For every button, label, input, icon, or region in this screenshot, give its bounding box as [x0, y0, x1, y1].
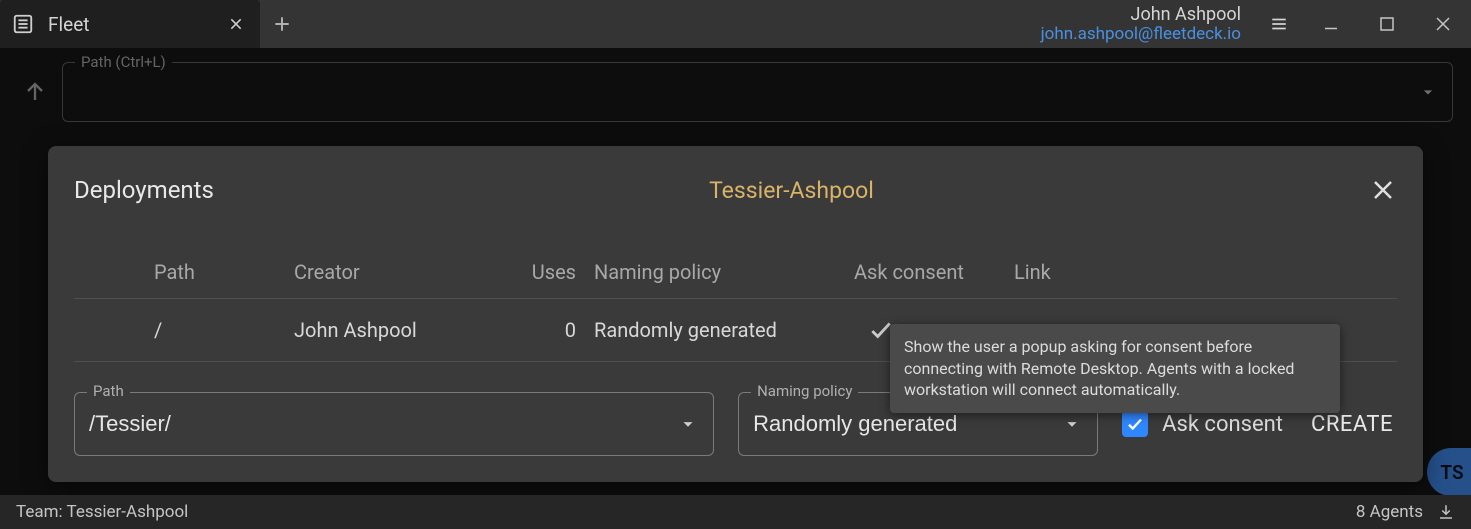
- form-path-legend: Path: [87, 382, 130, 400]
- chevron-down-icon[interactable]: [1061, 413, 1083, 435]
- menu-button[interactable]: [1255, 0, 1303, 48]
- title-bar: Fleet John Ashpool john.ashpool@fleetdec…: [0, 0, 1471, 48]
- new-tab-button[interactable]: [260, 0, 304, 48]
- modal-team-name: Tessier-Ashpool: [214, 177, 1369, 204]
- col-creator: Creator: [294, 260, 484, 284]
- table-header: Path Creator Uses Naming policy Ask cons…: [74, 250, 1397, 299]
- tab-fleet[interactable]: Fleet: [0, 0, 260, 48]
- user-info: John Ashpool john.ashpool@fleetdeck.io: [1041, 5, 1255, 43]
- user-name: John Ashpool: [1041, 5, 1241, 25]
- ask-consent-label: Ask consent: [1162, 412, 1283, 437]
- window-controls: [1303, 0, 1471, 48]
- col-consent: Ask consent: [854, 260, 1014, 284]
- ask-consent-control[interactable]: Ask consent: [1122, 411, 1283, 437]
- cell-uses: 0: [484, 318, 594, 342]
- minimize-button[interactable]: [1303, 0, 1359, 48]
- window-close-button[interactable]: [1415, 0, 1471, 48]
- tab-label: Fleet: [48, 13, 212, 36]
- col-naming: Naming policy: [594, 260, 854, 284]
- col-uses: Uses: [484, 260, 594, 284]
- form-naming-legend: Naming policy: [751, 382, 858, 400]
- modal-overlay: Deployments Tessier-Ashpool Path Creator…: [0, 48, 1471, 495]
- form-path-input[interactable]: [89, 411, 677, 437]
- modal-title: Deployments: [74, 176, 214, 204]
- cell-naming: Randomly generated: [594, 318, 854, 342]
- consent-tooltip: Show the user a popup asking for consent…: [890, 324, 1340, 413]
- status-team: Team: Tessier-Ashpool: [16, 502, 188, 522]
- cell-path: /: [154, 318, 294, 342]
- ask-consent-checkbox[interactable]: [1122, 411, 1148, 437]
- col-path: Path: [154, 260, 294, 284]
- list-icon: [12, 13, 34, 35]
- download-icon[interactable]: [1437, 503, 1455, 521]
- user-email[interactable]: john.ashpool@fleetdeck.io: [1041, 25, 1241, 44]
- tab-strip: Fleet: [0, 0, 304, 48]
- col-link: Link: [1014, 260, 1124, 284]
- cell-creator: John Ashpool: [294, 318, 484, 342]
- close-icon[interactable]: [226, 14, 246, 34]
- status-bar: Team: Tessier-Ashpool 8 Agents: [0, 495, 1471, 529]
- status-agents: 8 Agents: [1356, 502, 1423, 522]
- form-naming-input[interactable]: [753, 411, 1061, 437]
- maximize-button[interactable]: [1359, 0, 1415, 48]
- form-path-field[interactable]: Path: [74, 392, 714, 456]
- deployments-modal: Deployments Tessier-Ashpool Path Creator…: [48, 146, 1423, 482]
- modal-close-button[interactable]: [1369, 176, 1397, 204]
- chevron-down-icon[interactable]: [677, 413, 699, 435]
